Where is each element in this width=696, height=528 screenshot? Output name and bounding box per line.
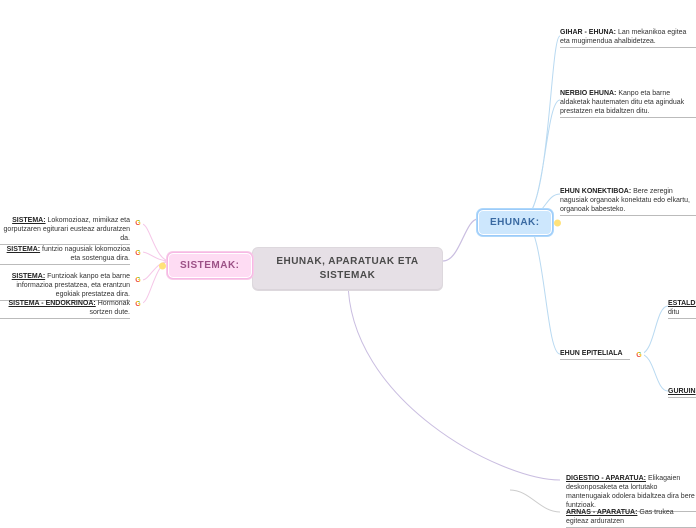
konektibo-leaf[interactable]: EHUN KONEKTIBOA: Bere zeregin nagusiak o… <box>560 187 696 216</box>
konektibo-title: EHUN KONEKTIBOA: <box>560 188 631 195</box>
nerbio-sys-title: SISTEMA: <box>12 273 45 280</box>
estaldura-desc: ditu <box>668 309 679 316</box>
guruin-leaf[interactable]: GURUIN <box>668 387 696 398</box>
gihar-title: GIHAR - EHUNA: <box>560 29 616 36</box>
funtzio-leaf[interactable]: SISTEMA: funtzio nagusiak lokomozioa eta… <box>0 245 130 265</box>
loko-title: SISTEMA: <box>12 217 45 224</box>
guruin-title: GURUIN <box>668 388 696 395</box>
endok-title: SISTEMA - ENDOKRINOA: <box>9 300 96 307</box>
center-title-line1: EHUNAK, APARATUAK ETA <box>265 255 430 269</box>
center-title-line2: SISTEMAK <box>265 269 430 283</box>
digestio-title: DIGESTIO - APARATUA: <box>566 475 646 482</box>
estaldura-leaf[interactable]: ESTALDURA ditu <box>668 299 696 319</box>
sistemak-label: SISTEMAK: <box>180 260 240 271</box>
estaldura-title: ESTALDURA <box>668 300 696 307</box>
nerbio-leaf[interactable]: NERBIO EHUNA: Kanpo eta barne aldaketak … <box>560 89 696 118</box>
gihar-leaf[interactable]: GIHAR - EHUNA: Lan mekanikoa egitea eta … <box>560 28 696 48</box>
google-icon[interactable] <box>634 350 644 360</box>
funtzio-desc: funtzio nagusiak lokomozioa eta sostengu… <box>42 246 130 262</box>
sistemak-highlight <box>159 262 166 269</box>
google-icon[interactable] <box>133 218 143 228</box>
sistemak-node[interactable]: SISTEMAK: <box>167 252 253 279</box>
google-icon[interactable] <box>133 299 143 309</box>
google-icon[interactable] <box>133 275 143 285</box>
center-node[interactable]: EHUNAK, APARATUAK ETA SISTEMAK <box>252 247 443 291</box>
arnas-leaf[interactable]: ARNAS - APARATUA: Gas trukea egiteaz ard… <box>566 508 696 528</box>
nerbio-title: NERBIO EHUNA: <box>560 90 616 97</box>
nerbio-sys-leaf[interactable]: SISTEMA: Funtzioak kanpo eta barne infor… <box>0 272 130 301</box>
digestio-leaf[interactable]: DIGESTIO - APARATUA: Elikagaien deskonpo… <box>566 474 696 512</box>
endok-leaf[interactable]: SISTEMA - ENDOKRINOA: Hormonak sortzen d… <box>0 299 130 319</box>
loko-leaf[interactable]: SISTEMA: Lokomozioaz, mimikaz eta gorput… <box>0 216 130 245</box>
ehunak-label: EHUNAK: <box>490 217 540 228</box>
ehunak-highlight <box>554 219 561 226</box>
funtzio-title: SISTEMA: <box>7 246 40 253</box>
arnas-title: ARNAS - APARATUA: <box>566 509 637 516</box>
endok-desc: Hormonak sortzen dute. <box>90 300 130 316</box>
google-icon[interactable] <box>133 248 143 258</box>
ehunak-node[interactable]: EHUNAK: <box>477 209 553 236</box>
epitelial-leaf[interactable]: EHUN EPITELIALA <box>560 349 630 360</box>
epitelial-title: EHUN EPITELIALA <box>560 350 623 357</box>
